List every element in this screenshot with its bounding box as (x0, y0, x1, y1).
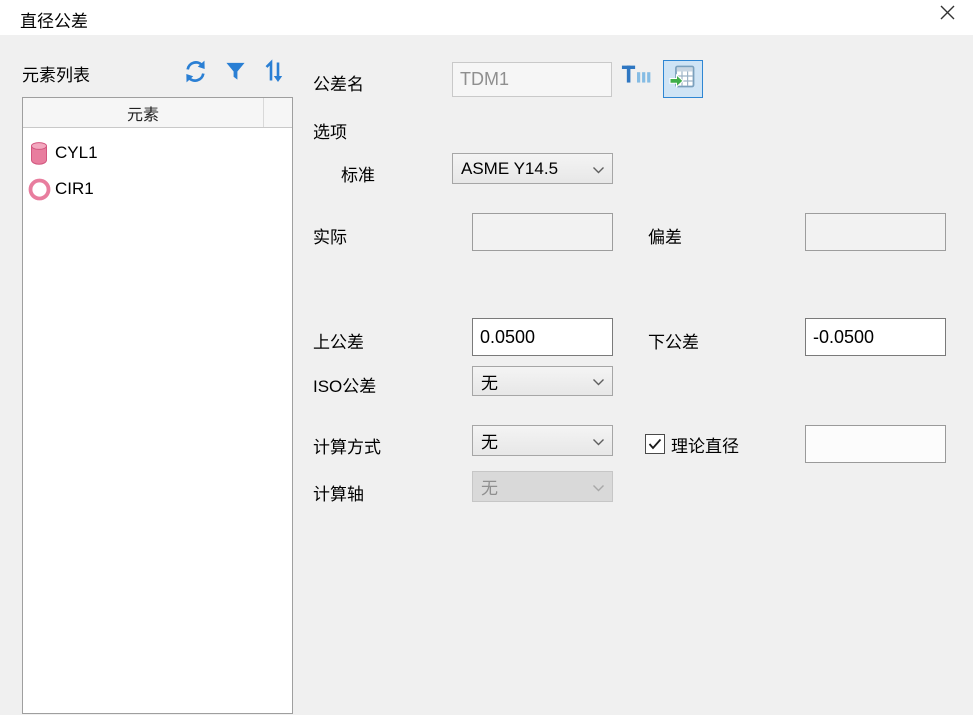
calc-method-value: 无 (481, 428, 498, 453)
theoretical-diameter-checkbox[interactable] (645, 434, 665, 454)
close-button[interactable] (927, 0, 967, 30)
chevron-down-icon (592, 371, 605, 391)
table-arrow-icon (669, 63, 697, 96)
calc-axis-value: 无 (481, 474, 498, 499)
chevron-down-icon (592, 159, 605, 179)
actual-label: 实际 (313, 223, 347, 248)
calc-method-select[interactable]: 无 (472, 425, 613, 456)
calc-axis-select: 无 (472, 471, 613, 502)
element-column-header: 元素 (23, 98, 264, 127)
dialog-title: 直径公差 (20, 7, 88, 32)
refresh-icon[interactable] (183, 58, 208, 90)
chevron-down-icon (592, 477, 605, 497)
cylinder-icon (26, 140, 52, 167)
element-list-label: 元素列表 (22, 61, 90, 86)
standard-value: ASME Y14.5 (461, 159, 558, 179)
circle-icon (26, 176, 52, 203)
standard-select[interactable]: ASME Y14.5 (452, 153, 613, 184)
iso-tolerance-label: ISO公差 (313, 372, 376, 397)
iso-tolerance-select[interactable]: 无 (472, 366, 613, 396)
element-list: 元素 CYL1 CIR1 (22, 97, 293, 714)
upper-tolerance-input[interactable] (472, 318, 613, 356)
tolerance-name-input (452, 62, 612, 97)
iso-tolerance-value: 无 (481, 369, 498, 394)
list-item-cyl1[interactable]: CYL1 (23, 135, 292, 171)
sort-icon[interactable] (262, 59, 288, 89)
lower-tolerance-label: 下公差 (648, 328, 699, 353)
close-icon (939, 4, 956, 26)
element-list-header[interactable]: 元素 (23, 98, 292, 128)
send-to-report-button[interactable] (663, 60, 703, 98)
theoretical-diameter-label: 理论直径 (671, 432, 739, 457)
filter-icon[interactable] (225, 61, 246, 88)
lower-tolerance-input[interactable] (805, 318, 946, 356)
diameter-tolerance-dialog: 直径公差 元素列表 元素 (0, 0, 973, 715)
chevron-down-icon (592, 431, 605, 451)
titlebar: 直径公差 (0, 0, 973, 35)
deviation-label: 偏差 (648, 223, 682, 248)
list-item-label: CIR1 (55, 179, 94, 199)
options-heading: 选项 (313, 118, 347, 143)
deviation-input (805, 213, 946, 251)
list-item-cir1[interactable]: CIR1 (23, 171, 292, 207)
actual-input (472, 213, 613, 251)
text-label-icon[interactable] (621, 62, 653, 94)
standard-label: 标准 (341, 161, 375, 186)
tolerance-name-label: 公差名 (313, 70, 364, 95)
upper-tolerance-label: 上公差 (313, 328, 364, 353)
theoretical-diameter-input[interactable] (805, 425, 946, 463)
calc-axis-label: 计算轴 (313, 480, 364, 505)
calc-method-label: 计算方式 (313, 433, 381, 458)
list-item-label: CYL1 (55, 143, 98, 163)
